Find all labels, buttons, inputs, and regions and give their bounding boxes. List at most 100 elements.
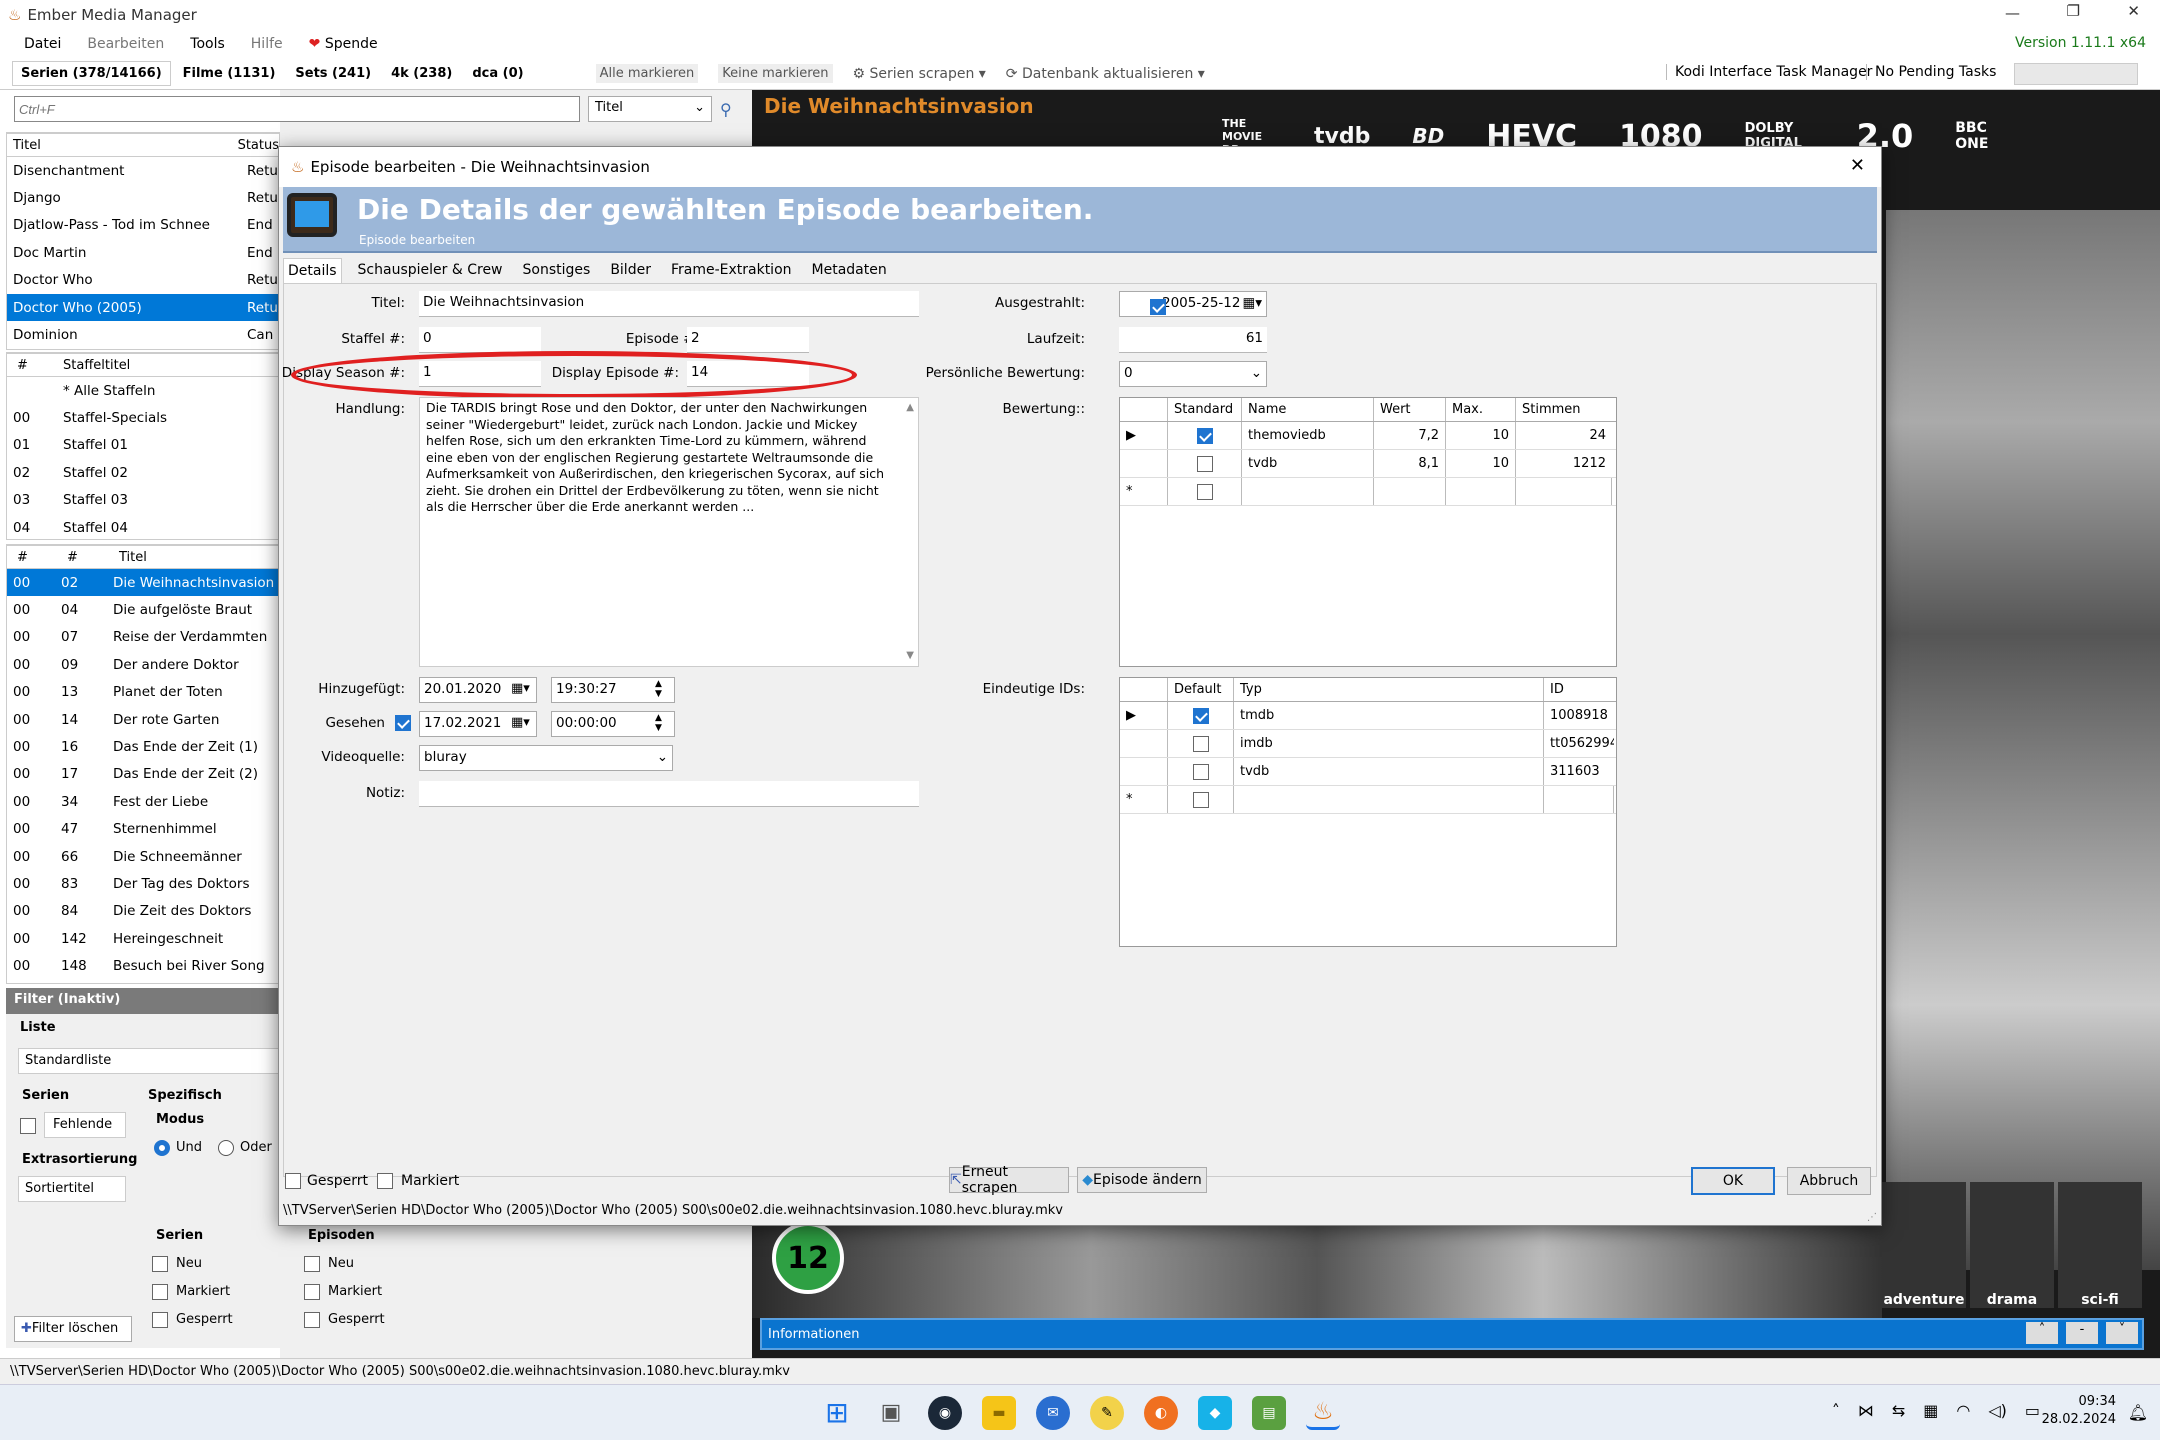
taskview-icon[interactable]: ▣: [874, 1396, 908, 1430]
rating-new-row[interactable]: *: [1120, 478, 1616, 506]
rescrape-button[interactable]: ⇱ Erneut scrapen: [949, 1164, 1069, 1196]
chevron-up-icon[interactable]: ˄: [1832, 1401, 1840, 1420]
season-row[interactable]: * Alle Staffeln: [7, 377, 279, 404]
id-value[interactable]: 1008918: [1544, 702, 1614, 729]
menu-bearbeiten[interactable]: Bearbeiten: [87, 36, 164, 52]
steam-icon[interactable]: ◉: [928, 1395, 962, 1430]
ids-col-typ[interactable]: Typ: [1234, 678, 1544, 701]
show-row[interactable]: Disenchantment Retu: [7, 157, 279, 184]
ratings-col-name[interactable]: Name: [1242, 398, 1374, 421]
ids-col-default[interactable]: Default: [1168, 678, 1234, 701]
sortiertitel-button[interactable]: Sortiertitel: [18, 1176, 126, 1202]
serien-gesperrt-checkbox[interactable]: [152, 1312, 168, 1328]
pers-select[interactable]: 0 ⌄: [1119, 361, 1267, 387]
id-default-checkbox[interactable]: [1192, 763, 1209, 780]
serien-scrapen-button[interactable]: ⚙ Serien scrapen ▾: [853, 66, 986, 82]
episode-row[interactable]: 00 47 Sternenhimmel: [7, 816, 279, 843]
gesehen-time-spinner[interactable]: ▲ ▼: [655, 713, 662, 733]
id-type[interactable]: tvdb: [1234, 758, 1544, 785]
tab-filme[interactable]: Filme (1131): [175, 62, 284, 85]
ratings-col-wert[interactable]: Wert: [1374, 398, 1446, 421]
fehlende-button[interactable]: Fehlende: [44, 1112, 126, 1138]
show-row[interactable]: Doctor Who (2005) Retu: [7, 293, 279, 322]
ratings-col-max[interactable]: Max.: [1446, 398, 1516, 421]
battery-icon[interactable]: ▭: [2025, 1401, 2040, 1420]
kodi-button[interactable]: Kodi Interface Task Manager: [1666, 64, 1872, 80]
col-ep-num[interactable]: #: [67, 550, 119, 565]
start-icon[interactable]: ⊞: [820, 1396, 854, 1430]
gesehen-calendar-icon[interactable]: ▦▾: [511, 715, 530, 730]
id-default-checkbox[interactable]: [1192, 735, 1209, 752]
resize-grip-icon[interactable]: ⋰: [1867, 1212, 1877, 1223]
hinzu-time-spinner[interactable]: ▲ ▼: [655, 679, 662, 699]
col-season-title[interactable]: Staffeltitel: [57, 358, 130, 373]
info-up-button[interactable]: ˄: [2026, 1322, 2058, 1344]
videoquelle-select[interactable]: bluray ⌄: [419, 745, 673, 771]
ratings-col-standard[interactable]: Standard: [1168, 398, 1242, 421]
episoden-gesperrt-checkbox[interactable]: [304, 1312, 320, 1328]
ausgestrahlt-input[interactable]: 2005-25-12 ▦▾: [1119, 291, 1267, 317]
menu-hilfe[interactable]: Hilfe: [251, 36, 283, 52]
rating-standard-checkbox[interactable]: [1196, 455, 1213, 472]
col-season-num[interactable]: #: [7, 358, 57, 373]
tab-details[interactable]: Details: [283, 257, 342, 283]
id-type[interactable]: imdb: [1234, 730, 1544, 757]
titel-input[interactable]: Die Weihnachtsinvasion: [419, 291, 919, 317]
episode-input[interactable]: 2: [687, 327, 809, 353]
season-row[interactable]: 03 Staffel 03: [7, 487, 279, 514]
episode-row[interactable]: 00 34 Fest der Liebe: [7, 788, 279, 815]
close-button[interactable]: ✕: [2127, 2, 2140, 20]
rating-name[interactable]: tvdb: [1242, 450, 1374, 477]
episode-aendern-button[interactable]: ◆ Episode ändern: [1077, 1167, 1207, 1193]
firefox-icon[interactable]: ◐: [1144, 1395, 1178, 1430]
search-input[interactable]: [14, 96, 580, 122]
gesehen-checkbox[interactable]: [395, 715, 411, 731]
hinzu-calendar-icon[interactable]: ▦▾: [511, 681, 530, 696]
menu-spende[interactable]: ❤ Spende: [309, 36, 378, 52]
id-row[interactable]: imdb tt0562994: [1120, 730, 1616, 758]
abbruch-button[interactable]: Abbruch: [1787, 1167, 1871, 1195]
season-row[interactable]: 02 Staffel 02: [7, 459, 279, 486]
maximize-button[interactable]: ❐: [2067, 2, 2080, 20]
info-bar[interactable]: Informationen ˄ - ˅: [760, 1318, 2144, 1350]
id-default-checkbox[interactable]: [1192, 707, 1209, 724]
episode-row[interactable]: 00 84 Die Zeit des Doktors: [7, 898, 279, 925]
season-row[interactable]: 04 Staffel 04: [7, 514, 279, 541]
clock[interactable]: 09:34 28.02.2024: [2042, 1393, 2116, 1429]
episode-row[interactable]: 00 07 Reise der Verdammten: [7, 624, 279, 651]
markiert-checkbox[interactable]: [377, 1173, 393, 1189]
tab-serien[interactable]: Serien (378/14166): [12, 61, 171, 86]
rating-votes[interactable]: 1212: [1516, 450, 1612, 477]
rating-value[interactable]: 8,1: [1374, 450, 1446, 477]
keine-markieren-button[interactable]: Keine markieren: [718, 64, 833, 83]
episode-row[interactable]: 00 16 Das Ende der Zeit (1): [7, 733, 279, 760]
ausgestrahlt-calendar-icon[interactable]: ▦▾: [1242, 295, 1262, 311]
tab-schauspieler[interactable]: Schauspieler & Crew: [354, 258, 507, 282]
episode-row[interactable]: 00 14 Der rote Garten: [7, 706, 279, 733]
dialog-close-button[interactable]: ✕: [1850, 155, 1865, 176]
rating-new-cell[interactable]: [1516, 478, 1612, 505]
tab-metadaten[interactable]: Metadaten: [808, 258, 891, 282]
scroll-down-icon[interactable]: ▼: [906, 648, 914, 665]
id-row[interactable]: tvdb 311603: [1120, 758, 1616, 786]
episode-row[interactable]: 00 142 Hereingeschneit: [7, 925, 279, 952]
menu-tools[interactable]: Tools: [190, 36, 225, 52]
network-icon[interactable]: ⋈: [1858, 1401, 1874, 1420]
und-radio[interactable]: [154, 1140, 170, 1156]
episode-row[interactable]: 00 148 Besuch bei River Song: [7, 952, 279, 979]
notification-bell-icon[interactable]: 🔔︎: [2128, 1403, 2148, 1422]
filter-title[interactable]: Filter (Inaktiv): [6, 988, 280, 1014]
episode-row[interactable]: 00 02 Die Weihnachtsinvasion: [7, 569, 279, 597]
tab-bilder[interactable]: Bilder: [606, 258, 655, 282]
minimize-button[interactable]: —: [2005, 4, 2020, 22]
episode-row[interactable]: 00 83 Der Tag des Doktors: [7, 870, 279, 897]
rating-name[interactable]: themoviedb: [1242, 422, 1374, 449]
rating-max[interactable]: 10: [1446, 422, 1516, 449]
show-row[interactable]: Doctor Who Retu: [7, 267, 279, 294]
rating-value[interactable]: 7,2: [1374, 422, 1446, 449]
serien-neu-checkbox[interactable]: [152, 1256, 168, 1272]
show-row[interactable]: Django Retu: [7, 184, 279, 211]
staffel-input[interactable]: 0: [419, 327, 541, 353]
gesperrt-checkbox[interactable]: [285, 1173, 301, 1189]
rating-standard-checkbox[interactable]: [1196, 427, 1213, 444]
